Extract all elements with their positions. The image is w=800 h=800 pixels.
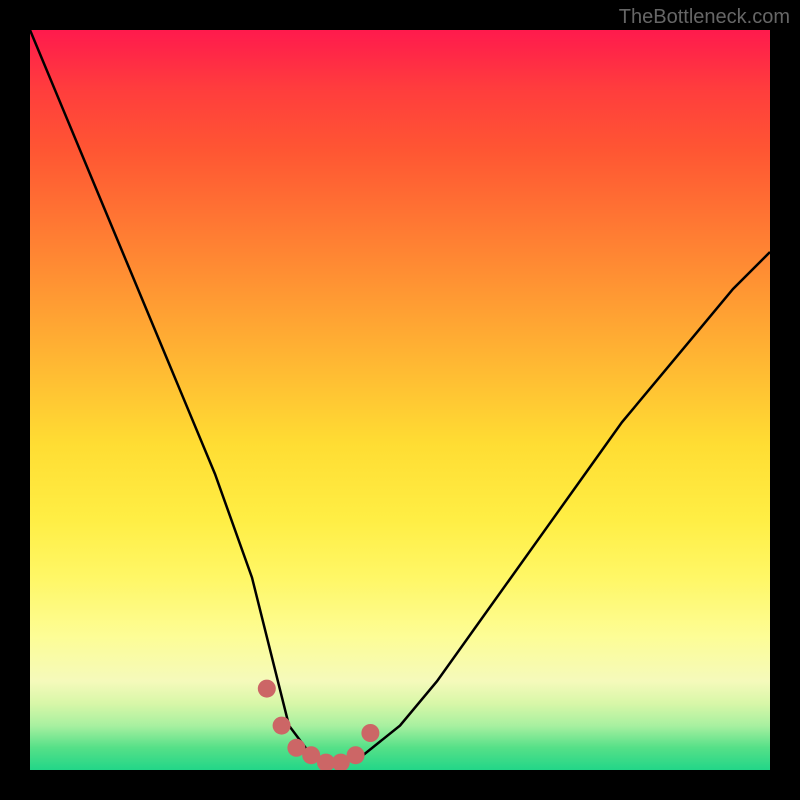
chart-area <box>30 30 770 770</box>
highlight-marker <box>258 680 276 698</box>
highlight-marker <box>273 717 291 735</box>
highlight-markers-group <box>258 680 380 770</box>
bottleneck-curve-line <box>30 30 770 763</box>
watermark-text: TheBottleneck.com <box>619 6 790 29</box>
highlight-marker <box>361 724 379 742</box>
highlight-marker <box>347 746 365 764</box>
chart-svg <box>30 30 770 770</box>
